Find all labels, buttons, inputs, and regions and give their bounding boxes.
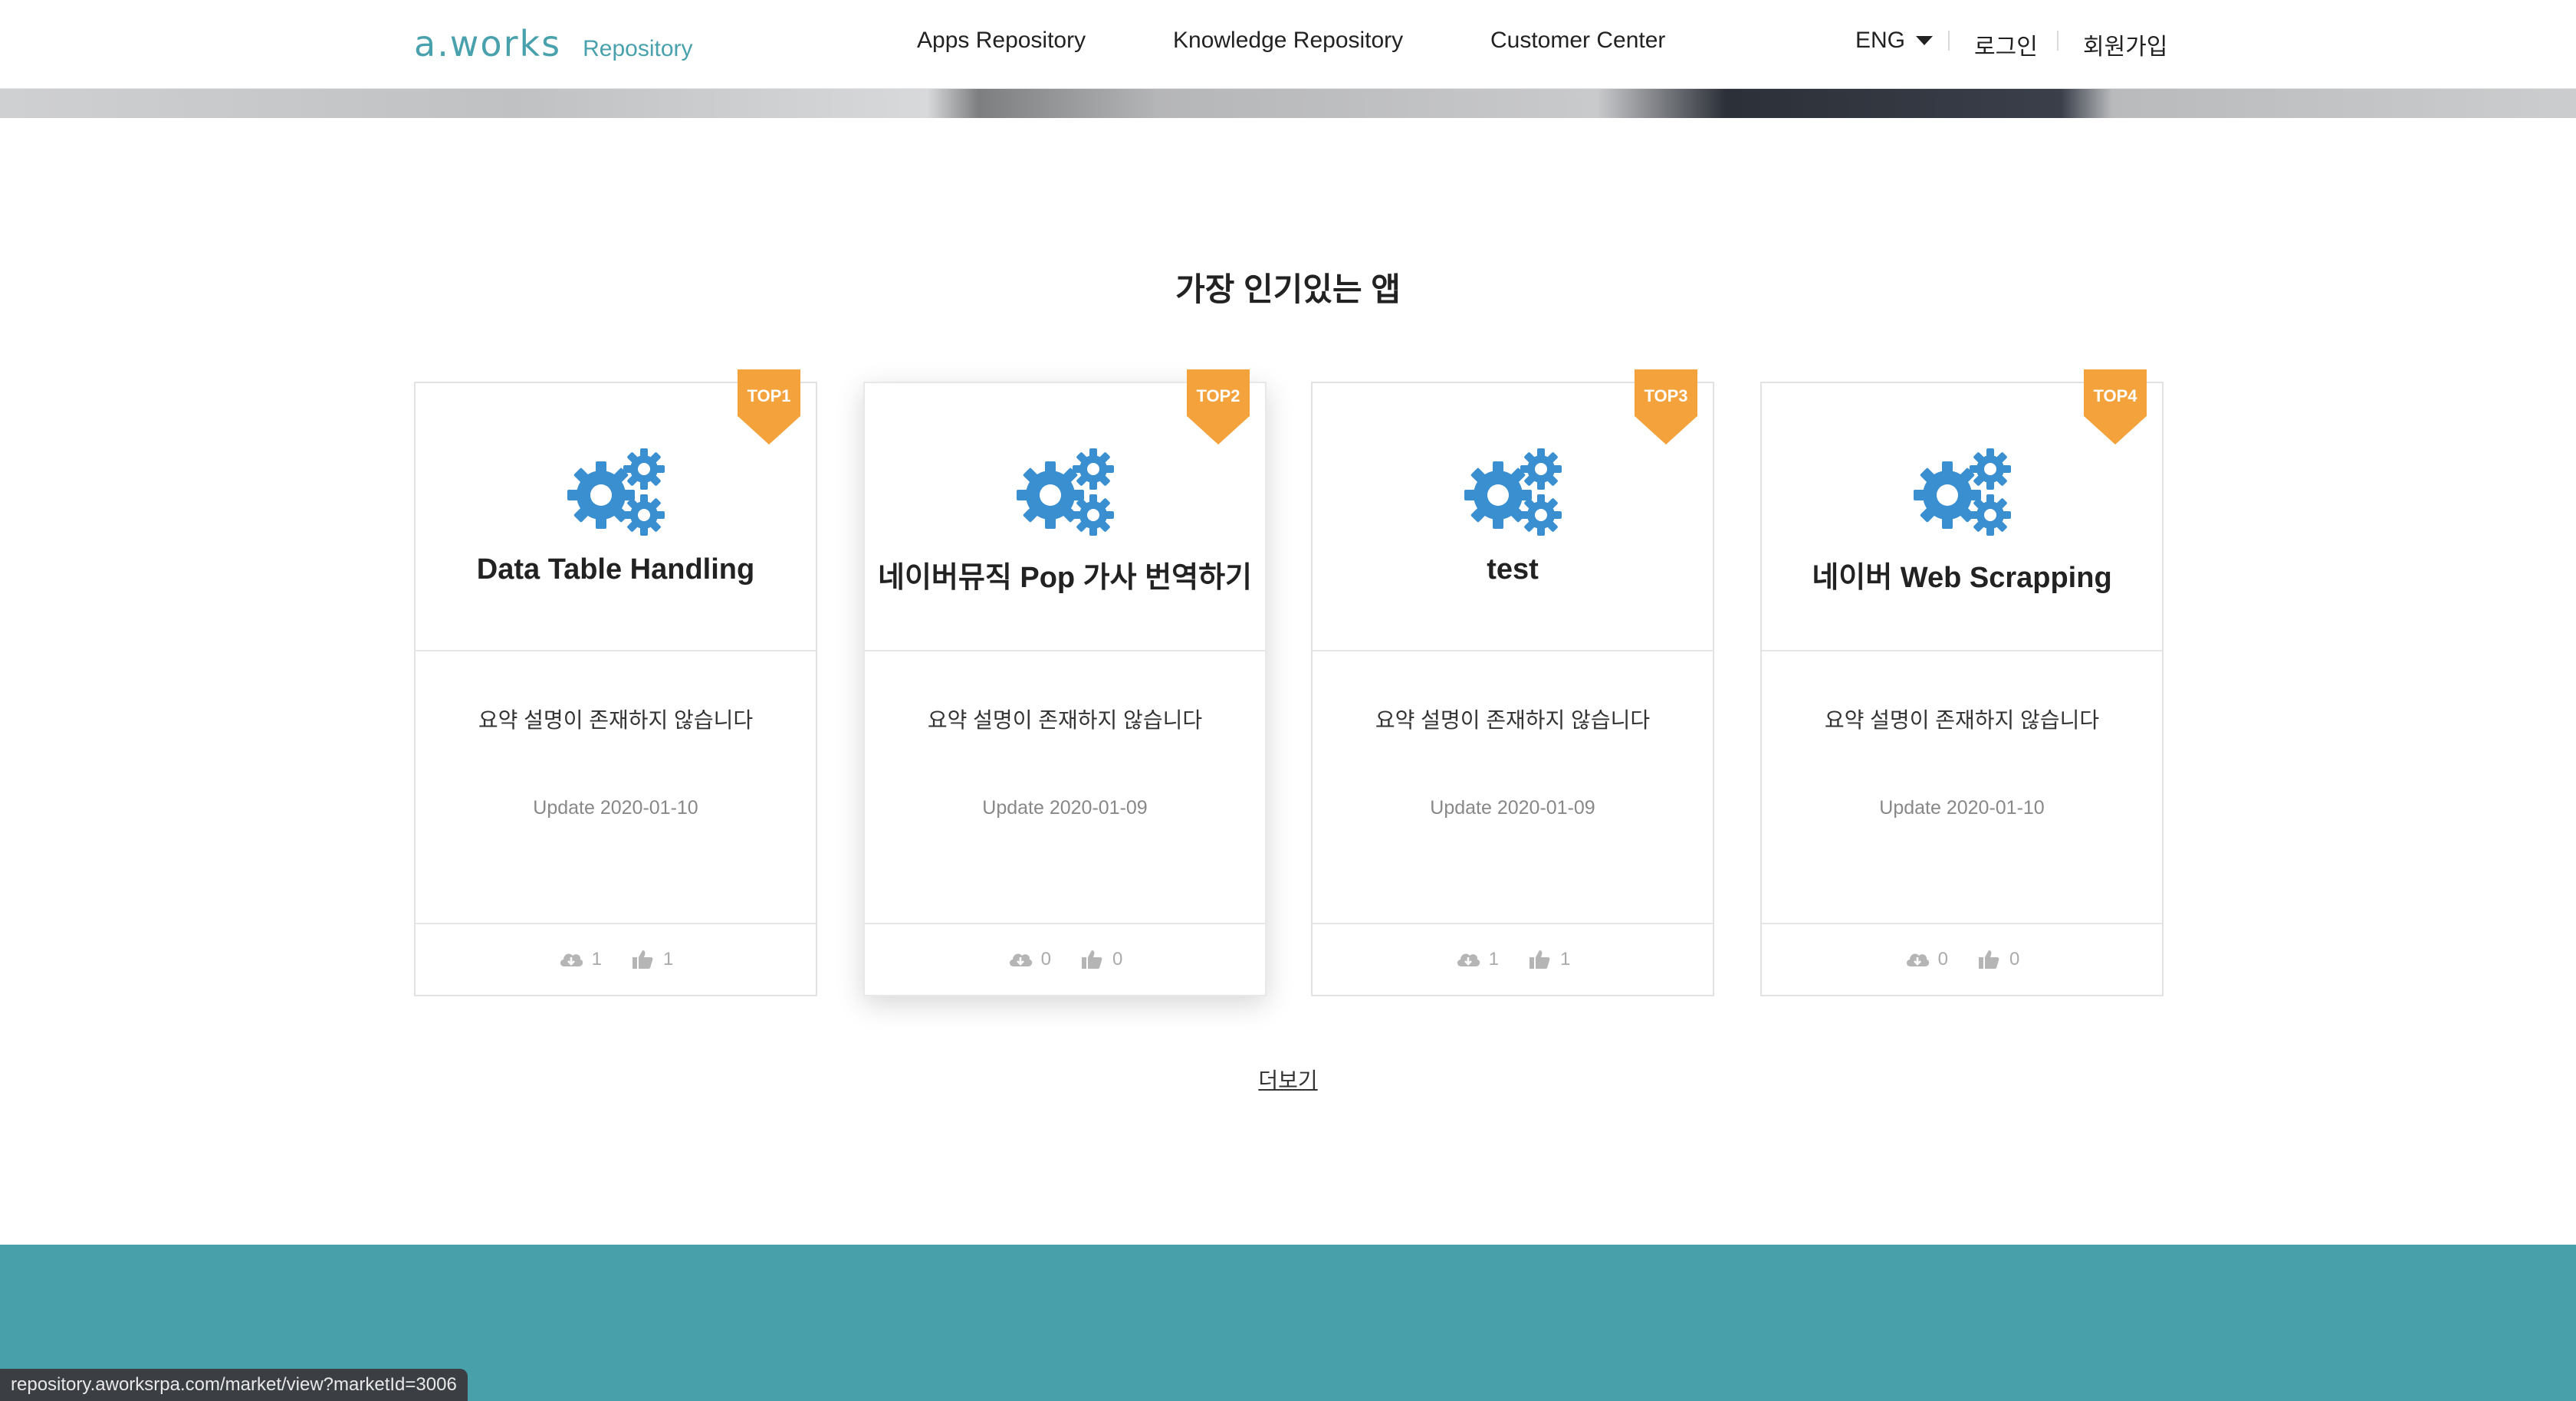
card-header: Data Table Handling <box>416 383 816 651</box>
card-header: 네이버뮤직 Pop 가사 번역하기 <box>865 383 1265 651</box>
card-header: test <box>1313 383 1713 651</box>
signup-link[interactable]: 회원가입 <box>2083 28 2167 61</box>
update-date: Update 2020-01-09 <box>1430 797 1595 819</box>
more-container: 더보기 <box>0 1064 2576 1094</box>
like-count: 0 <box>1079 948 1122 971</box>
app-card-top2[interactable]: TOP2 네이버뮤직 Pop 가사 번역하기 요약 설명이 존재하지 않습니다 … <box>863 369 1267 996</box>
like-count: 1 <box>1526 948 1570 971</box>
gears-icon <box>1914 446 2013 538</box>
app-name[interactable]: 네이버 Web Scrapping <box>1762 553 2162 596</box>
caret-down-icon <box>1916 36 1934 45</box>
thumbs-up-icon <box>1079 948 1105 971</box>
download-count-value: 1 <box>591 949 602 970</box>
app-summary: 요약 설명이 존재하지 않습니다 <box>1375 708 1651 732</box>
gears-icon <box>1464 446 1564 538</box>
card-stats: 0 0 <box>865 923 1265 995</box>
gears-icon <box>567 446 667 538</box>
card-stats: 1 1 <box>416 923 816 995</box>
cloud-download-icon <box>1904 948 1930 971</box>
card-header: 네이버 Web Scrapping <box>1762 383 2162 651</box>
app-name[interactable]: Data Table Handling <box>416 553 816 586</box>
app-card-top3[interactable]: TOP3 test 요약 설명이 존재하지 않습니다 Update 2020-0… <box>1311 369 1714 996</box>
app-summary: 요약 설명이 존재하지 않습니다 <box>478 708 754 732</box>
cloud-download-icon <box>1455 948 1481 971</box>
logo-wordmark[interactable]: a.works <box>414 23 561 64</box>
card-stats: 1 1 <box>1313 923 1713 995</box>
more-link[interactable]: 더보기 <box>1258 1068 1317 1092</box>
download-count-value: 0 <box>1937 949 1948 970</box>
like-count: 0 <box>1976 948 2019 971</box>
cloud-download-icon <box>558 948 584 971</box>
language-selector[interactable]: ENG <box>1855 28 1934 54</box>
cloud-download-icon <box>1007 948 1033 971</box>
like-count-value: 0 <box>1112 949 1123 970</box>
nav-customer-center[interactable]: Customer Center <box>1490 28 1665 54</box>
download-count: 1 <box>1455 948 1499 971</box>
download-count: 0 <box>1904 948 1948 971</box>
browser-status-url: repository.aworksrpa.com/market/view?mar… <box>0 1369 468 1401</box>
app-name[interactable]: 네이버뮤직 Pop 가사 번역하기 <box>865 553 1265 596</box>
logo[interactable]: a.works Repository <box>414 23 693 64</box>
thumbs-up-icon <box>1976 948 2002 971</box>
nav-knowledge-repository[interactable]: Knowledge Repository <box>1173 28 1403 54</box>
top-header: a.works Repository Apps Repository Knowl… <box>0 0 2576 89</box>
download-count-value: 1 <box>1488 949 1499 970</box>
app-summary: 요약 설명이 존재하지 않습니다 <box>1824 708 2100 732</box>
download-count-value: 0 <box>1040 949 1051 970</box>
header-divider <box>2057 31 2058 51</box>
card-stats: 0 0 <box>1762 923 2162 995</box>
thumbs-up-icon <box>629 948 656 971</box>
header-divider <box>1948 31 1950 51</box>
app-summary: 요약 설명이 존재하지 않습니다 <box>927 708 1203 732</box>
update-date: Update 2020-01-10 <box>533 797 698 819</box>
hero-banner-strip <box>0 89 2576 118</box>
update-date: Update 2020-01-10 <box>1879 797 2045 819</box>
like-count: 1 <box>629 948 673 971</box>
app-name[interactable]: test <box>1313 553 1713 586</box>
login-link[interactable]: 로그인 <box>1974 28 2038 61</box>
page: a.works Repository Apps Repository Knowl… <box>0 0 2576 1401</box>
nav-apps-repository[interactable]: Apps Repository <box>917 28 1086 54</box>
download-count: 0 <box>1007 948 1051 971</box>
logo-subtitle[interactable]: Repository <box>583 36 692 62</box>
like-count-value: 1 <box>1560 949 1571 970</box>
app-card-top1[interactable]: TOP1 Data Table Handling 요약 설명이 존재하지 않습니… <box>414 369 817 996</box>
gears-icon <box>1017 446 1116 538</box>
language-label: ENG <box>1855 28 1906 53</box>
download-count: 1 <box>558 948 602 971</box>
update-date: Update 2020-01-09 <box>982 797 1148 819</box>
section-title: 가장 인기있는 앱 <box>1175 271 1401 307</box>
app-card-top4[interactable]: TOP4 네이버 Web Scrapping 요약 설명이 존재하지 않습니다 … <box>1760 369 2164 996</box>
like-count-value: 0 <box>2009 949 2020 970</box>
thumbs-up-icon <box>1526 948 1552 971</box>
like-count-value: 1 <box>663 949 674 970</box>
